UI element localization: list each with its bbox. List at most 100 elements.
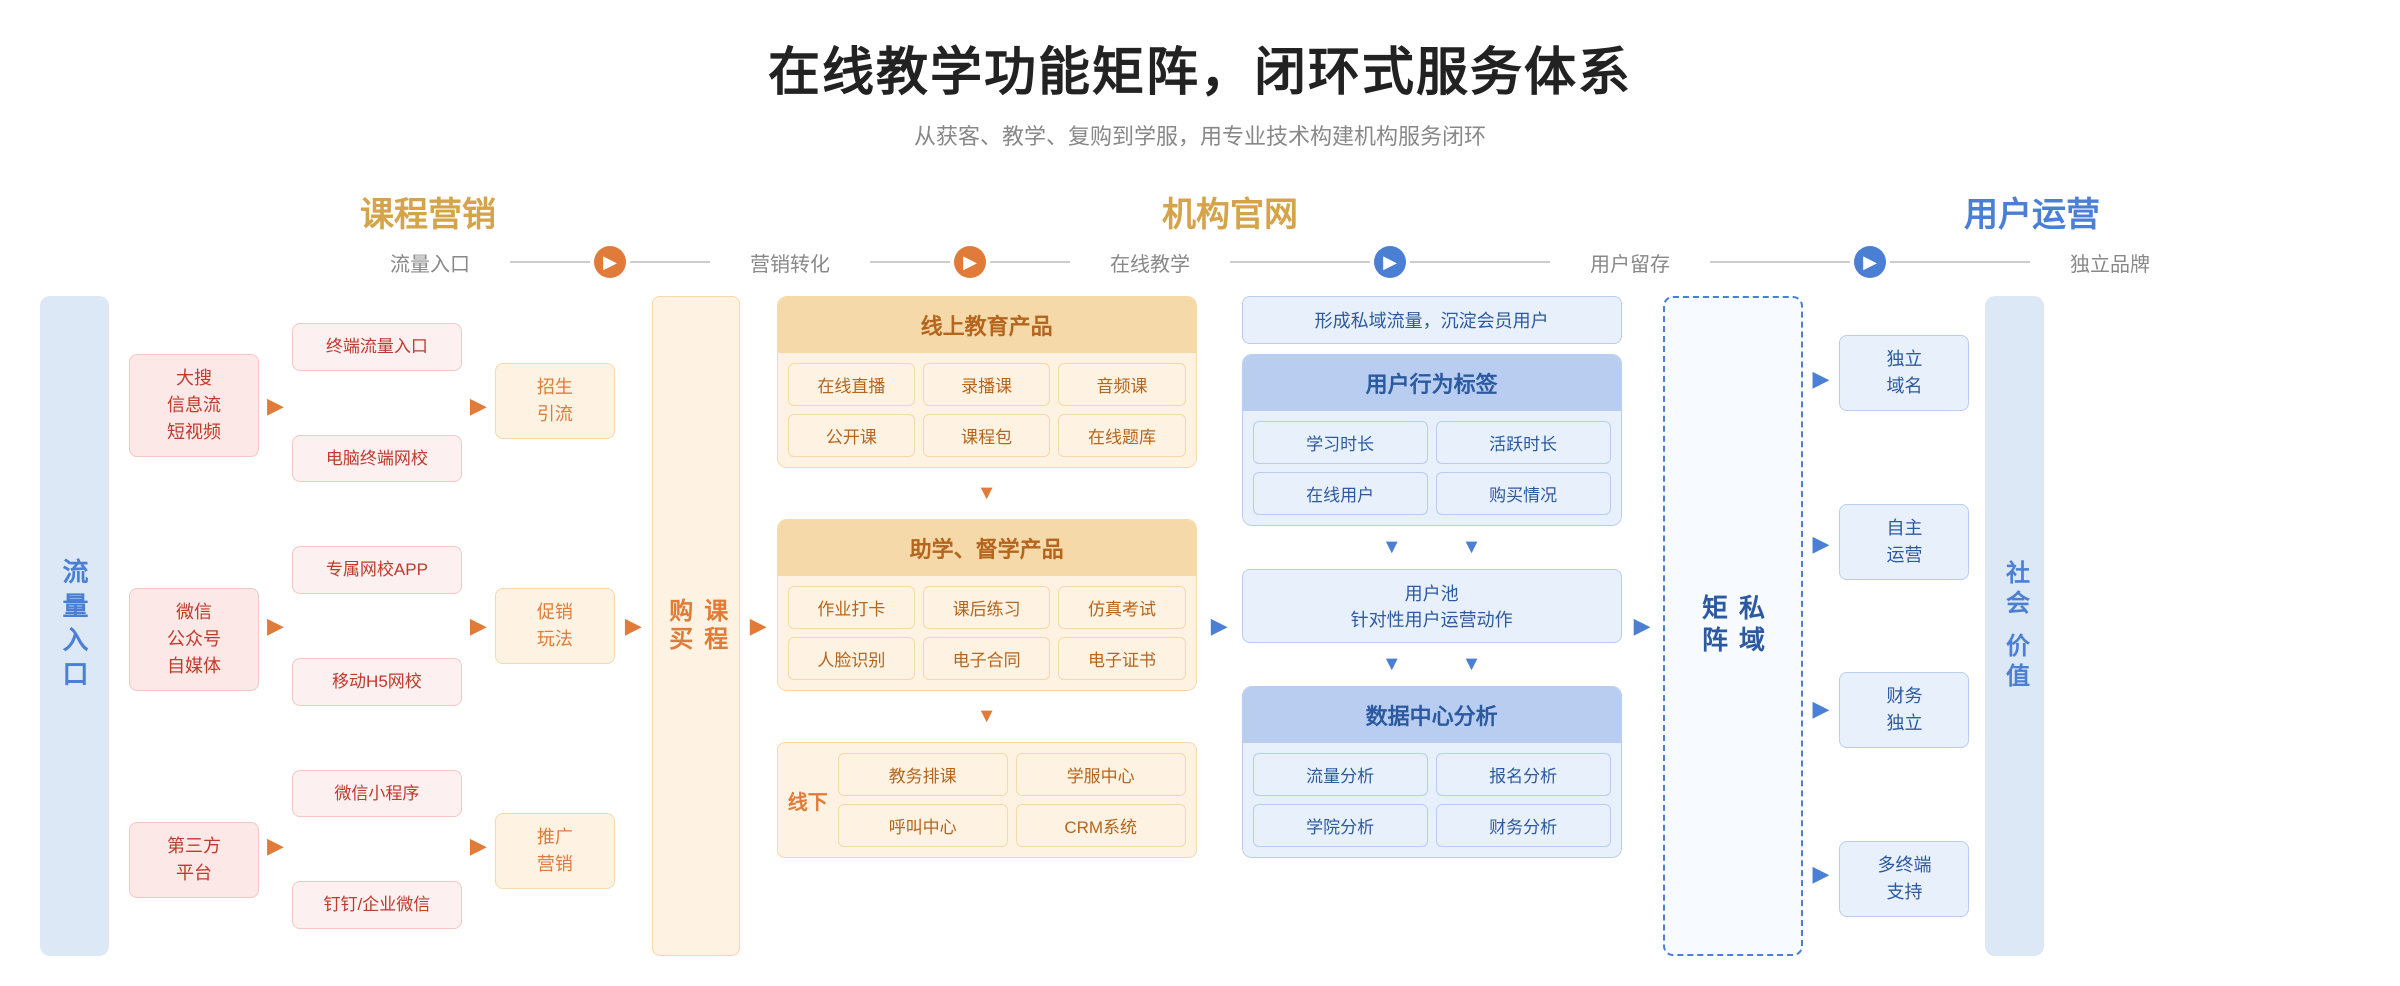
private-domain-label: 私域 矩阵 [1696, 594, 1770, 658]
user-behavior-header: 用户行为标签 [1243, 355, 1621, 411]
arrow-terminal-3: ▶ [470, 833, 487, 859]
assist-body: 作业打卡 课后练习 仿真考试 人脸识别 电子合同 电子证书 [778, 576, 1196, 690]
user-behavior-item-2: 在线用户 [1253, 472, 1428, 515]
online-item-2: 音频课 [1058, 363, 1185, 406]
down-arrows-row-2: ▼ ▼ [1242, 653, 1622, 676]
data-analysis-header: 数据中心分析 [1243, 687, 1621, 743]
arrow-from-purchase: ▶ [750, 613, 767, 639]
terminal-item-3: 移动H5网校 [292, 658, 462, 706]
category-header-2: 机构官网 [1162, 187, 1298, 236]
sub-title: 从获客、教学、复购到学服，用专业技术构建机构服务闭环 [40, 119, 2360, 151]
assist-item-3: 人脸识别 [788, 637, 915, 680]
marketing-item-1: 促销 玩法 [495, 588, 615, 664]
assist-header: 助学、督学产品 [778, 520, 1196, 576]
offline-item-2: 呼叫中心 [838, 804, 1008, 847]
terminal-item-2: 专属网校APP [292, 546, 462, 594]
assist-item-4: 电子合同 [923, 637, 1050, 680]
offline-item-0: 教务排课 [838, 753, 1008, 796]
arrow-terminal-2: ▶ [470, 613, 487, 639]
terminal-item-0: 终端流量入口 [292, 323, 462, 371]
down-arrow-blue-3: ▼ [1382, 653, 1402, 676]
offline-section: 线下 教务排课 学服中心 呼叫中心 CRM系统 [777, 742, 1197, 858]
social-value-label: 社会 价值 [1985, 296, 2044, 956]
user-behavior-item-3: 购买情况 [1436, 472, 1611, 515]
assist-item-1: 课后练习 [923, 586, 1050, 629]
traffic-source-2: 微信 公众号 自媒体 [129, 588, 259, 691]
left-entry-label: 流量入口 [40, 296, 109, 956]
arrow-terminal-1: ▶ [470, 393, 487, 419]
online-products-card: 线上教育产品 在线直播 录播课 音频课 公开课 课程包 在线题库 [777, 296, 1197, 468]
arrow-to-user: ▶ [1211, 613, 1228, 639]
assist-item-0: 作业打卡 [788, 586, 915, 629]
course-purchase-label: 课程 购买 [652, 296, 740, 956]
online-products-header: 线上教育产品 [778, 297, 1196, 353]
assist-card: 助学、督学产品 作业打卡 课后练习 仿真考试 人脸识别 电子合同 电子证书 [777, 519, 1197, 691]
arrow-brand-3: ▶ [1813, 696, 1830, 722]
user-retention-section: 形成私域流量，沉淀会员用户 用户行为标签 学习时长 活跃时长 在线用户 购买情况… [1242, 296, 1622, 956]
data-analysis-body: 流量分析 报名分析 学院分析 财务分析 [1243, 743, 1621, 857]
online-item-3: 公开课 [788, 414, 915, 457]
online-item-5: 在线题库 [1058, 414, 1185, 457]
main-content: 流量入口 大搜 信息流 短视频 微信 公众号 自媒体 第三方 平台 ▶ ▶ ▶ … [40, 296, 2360, 956]
online-item-4: 课程包 [923, 414, 1050, 457]
down-arrow-1: ▼ [777, 482, 1197, 505]
brand-item-3: 多终端 支持 [1839, 841, 1969, 917]
user-behavior-item-0: 学习时长 [1253, 421, 1428, 464]
category-header-3: 用户运营 [1964, 187, 2100, 236]
arrow-to-private: ▶ [1634, 613, 1651, 639]
data-analysis-item-1: 报名分析 [1436, 753, 1611, 796]
brand-item-1: 自主 运营 [1839, 504, 1969, 580]
flow-label-3: 用户留存 [1570, 248, 1690, 277]
user-behavior-body: 学习时长 活跃时长 在线用户 购买情况 [1243, 411, 1621, 525]
assist-item-2: 仿真考试 [1058, 586, 1185, 629]
flow-label-2: 在线教学 [1090, 248, 1210, 277]
arrow-brand-4: ▶ [1813, 861, 1830, 887]
online-item-0: 在线直播 [788, 363, 915, 406]
arrow-traffic-3: ▶ [267, 833, 284, 859]
traffic-source-3: 第三方 平台 [129, 822, 259, 898]
traffic-source-1: 大搜 信息流 短视频 [129, 354, 259, 457]
offline-label: 线下 [788, 786, 828, 815]
arrow-traffic-2: ▶ [267, 613, 284, 639]
arrow-traffic-1: ▶ [267, 393, 284, 419]
terminal-item-1: 电脑终端网校 [292, 435, 462, 483]
data-analysis-card: 数据中心分析 流量分析 报名分析 学院分析 财务分析 [1242, 686, 1622, 858]
arrow-icon-4: ▶ [1854, 246, 1886, 278]
arrow-to-purchase: ▶ [625, 613, 642, 639]
user-behavior-item-1: 活跃时长 [1436, 421, 1611, 464]
category-header-1: 课程营销 [360, 187, 496, 236]
marketing-item-2: 推广 营销 [495, 813, 615, 889]
down-arrows-row: ▼ ▼ [1242, 536, 1622, 559]
brand-item-0: 独立 域名 [1839, 335, 1969, 411]
terminal-item-5: 钉钉/企业微信 [292, 881, 462, 929]
arrow-icon-1: ▶ [594, 246, 626, 278]
user-pool-box: 用户池 针对性用户运营动作 [1242, 569, 1622, 643]
arrow-brand-2: ▶ [1813, 531, 1830, 557]
data-analysis-item-2: 学院分析 [1253, 804, 1428, 847]
page-container: 在线教学功能矩阵，闭环式服务体系 从获客、教学、复购到学服，用专业技术构建机构服… [0, 0, 2400, 986]
flow-label-4: 独立品牌 [2050, 248, 2170, 277]
arrow-icon-3: ▶ [1374, 246, 1406, 278]
offline-item-3: CRM系统 [1016, 804, 1186, 847]
online-item-1: 录播课 [923, 363, 1050, 406]
flow-label-0: 流量入口 [370, 248, 490, 277]
main-title: 在线教学功能矩阵，闭环式服务体系 [40, 30, 2360, 105]
arrow-icon-2: ▶ [954, 246, 986, 278]
down-arrow-2: ▼ [777, 705, 1197, 728]
terminal-item-4: 微信小程序 [292, 770, 462, 818]
down-arrow-blue-2: ▼ [1462, 536, 1482, 559]
user-behavior-card: 用户行为标签 学习时长 活跃时长 在线用户 购买情况 [1242, 354, 1622, 526]
arrow-brand-1: ▶ [1813, 366, 1830, 392]
brand-item-2: 财务 独立 [1839, 672, 1969, 748]
data-analysis-item-0: 流量分析 [1253, 753, 1428, 796]
private-domain-box: 私域 矩阵 [1663, 296, 1803, 956]
down-arrow-blue-4: ▼ [1462, 653, 1482, 676]
assist-item-5: 电子证书 [1058, 637, 1185, 680]
flow-label-1: 营销转化 [730, 248, 850, 277]
online-products-body: 在线直播 录播课 音频课 公开课 课程包 在线题库 [778, 353, 1196, 467]
marketing-item-0: 招生 引流 [495, 363, 615, 439]
data-analysis-item-3: 财务分析 [1436, 804, 1611, 847]
offline-item-1: 学服中心 [1016, 753, 1186, 796]
form-private-domain-text: 形成私域流量，沉淀会员用户 [1242, 296, 1622, 344]
down-arrow-blue-1: ▼ [1382, 536, 1402, 559]
